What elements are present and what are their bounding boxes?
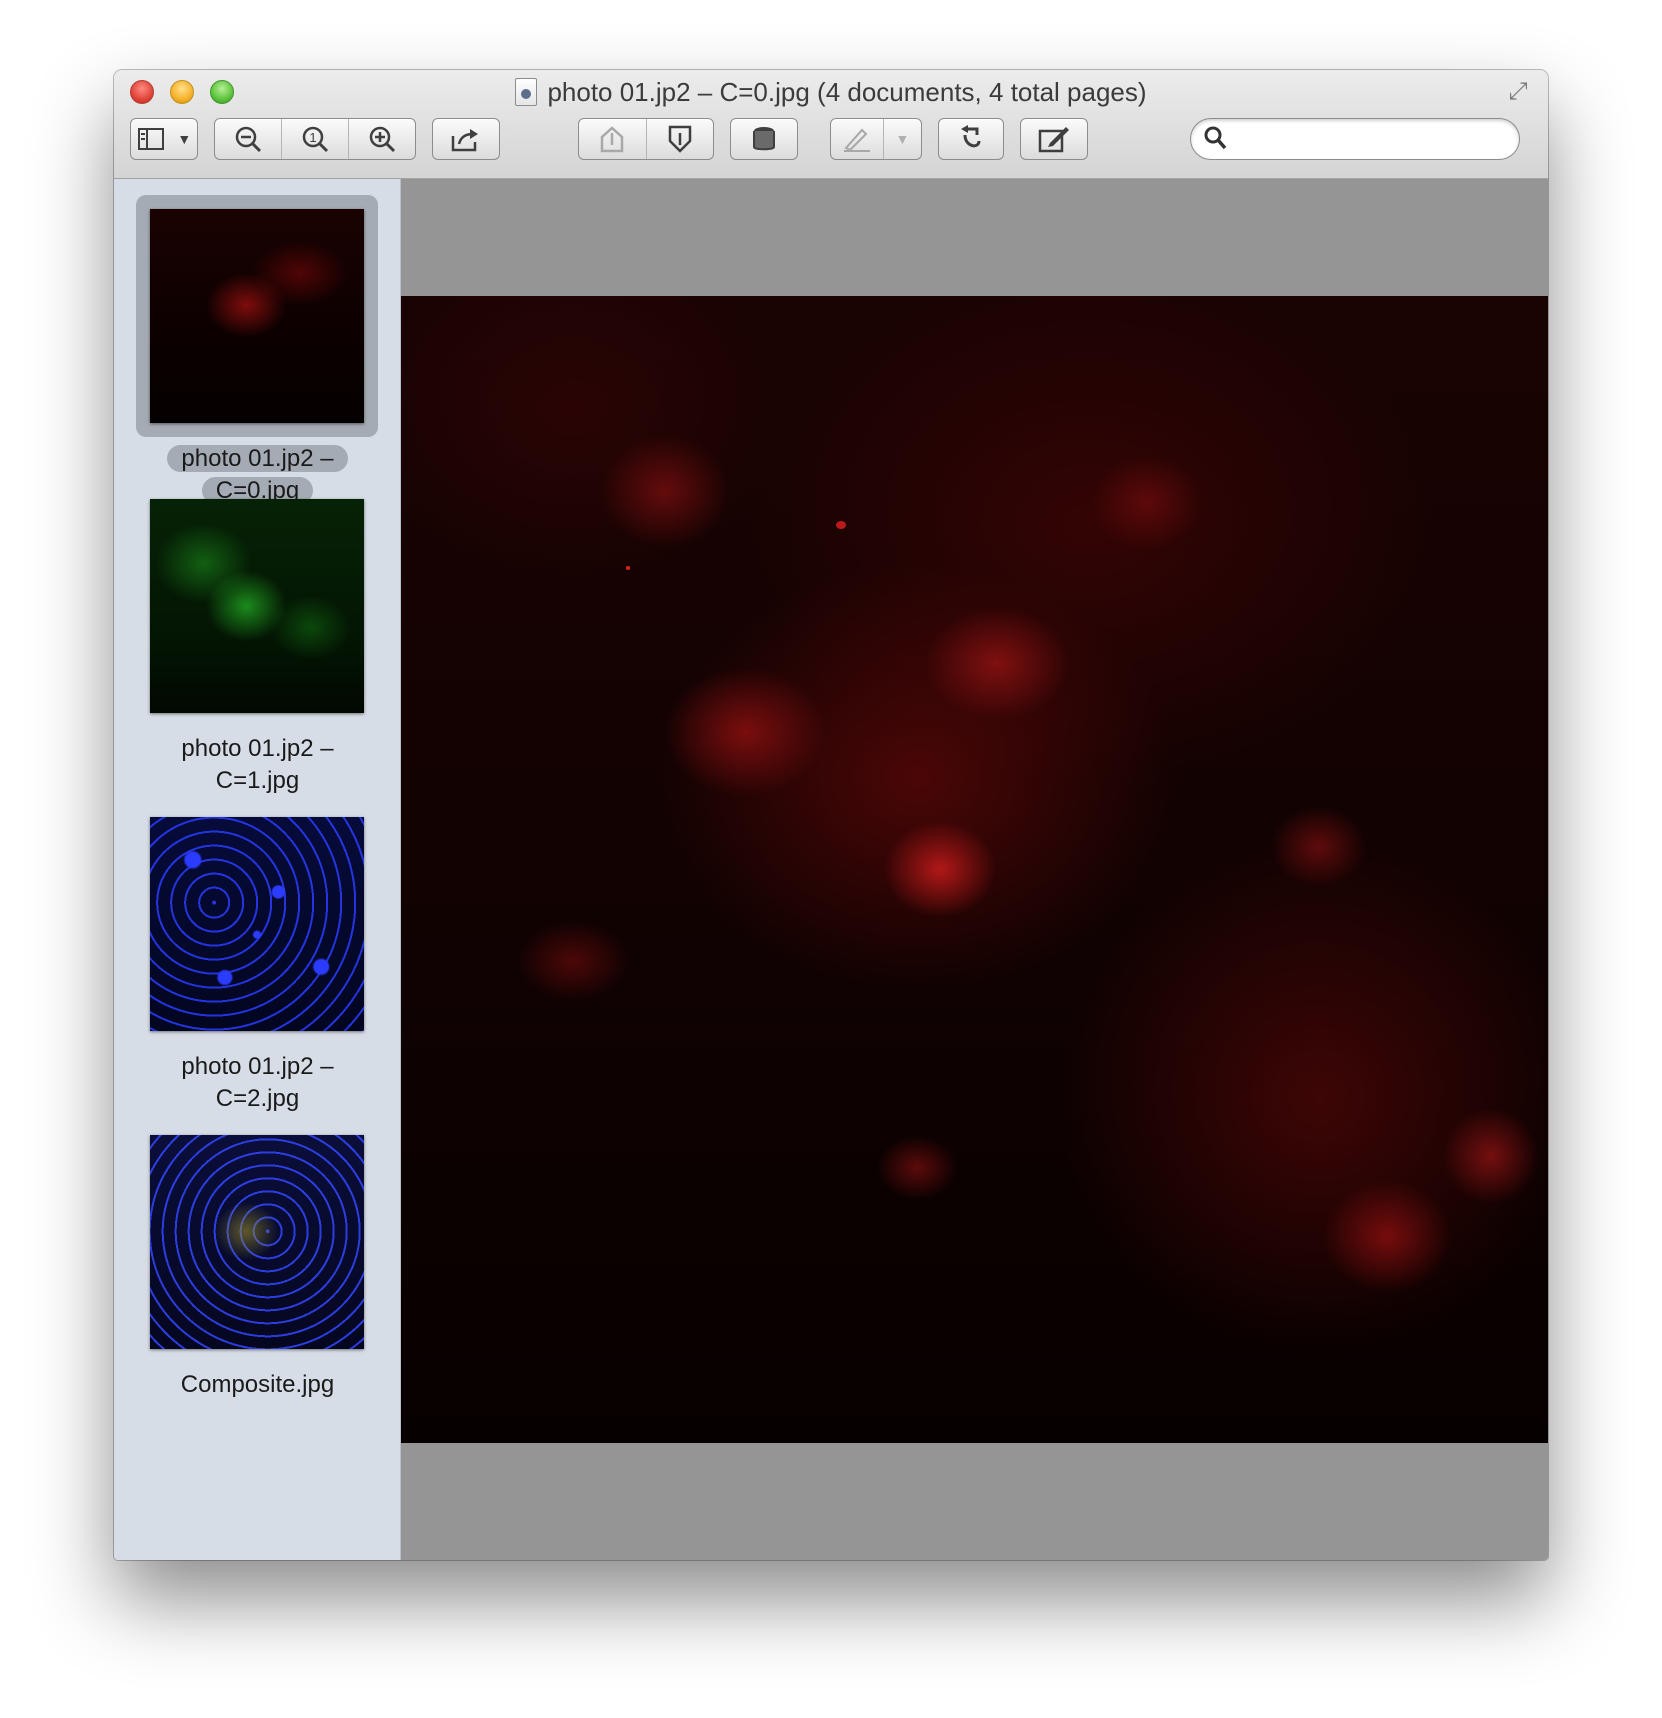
fluorescence-image (401, 296, 1548, 1443)
thumbnail-image-green[interactable] (150, 499, 364, 713)
search-field[interactable] (1190, 118, 1520, 160)
document-icon (515, 78, 538, 106)
previous-page-button[interactable] (579, 119, 646, 159)
zoom-in-icon (369, 126, 396, 153)
page-navigation[interactable] (578, 118, 714, 160)
thumbnail-label: photo 01.jp2 – C=0.jpg (114, 443, 401, 507)
pen-icon (831, 119, 883, 159)
window-title: photo 01.jp2 – C=0.jpg (4 documents, 4 t… (547, 76, 1147, 107)
thumbnail-sidebar[interactable]: photo 01.jp2 – C=0.jpg photo 01.jp2 – C=… (114, 179, 401, 1560)
chevron-down-icon: ▼ (177, 131, 192, 147)
next-page-button[interactable] (645, 119, 714, 159)
bright-speck (626, 566, 630, 570)
markup-menu-button[interactable]: ▼ (830, 118, 922, 160)
thumbnail-label: Composite.jpg (180, 1371, 335, 1398)
edit-icon (1038, 127, 1069, 153)
actual-size-icon: 1 (302, 126, 329, 153)
chevron-down-icon: ▼ (882, 119, 921, 159)
thumbnail-label: photo 01.jp2 – C=1.jpg (181, 735, 334, 794)
share-icon (451, 129, 478, 152)
zoom-out-button[interactable] (215, 119, 281, 159)
rotate-icon (961, 125, 981, 148)
thumbnail-image-red[interactable] (150, 209, 364, 423)
rotate-button[interactable] (938, 118, 1004, 160)
share-button[interactable] (432, 118, 500, 160)
fullscreen-icon[interactable]: ⤢ (1504, 78, 1532, 106)
highlight-icon (753, 127, 775, 151)
thumbnail-image-composite[interactable] (150, 1135, 364, 1349)
zoom-control[interactable]: 1 (214, 118, 416, 160)
previous-page-icon (601, 126, 624, 153)
search-icon (1203, 125, 1227, 158)
thumbnail-image-blue[interactable] (150, 817, 364, 1031)
sidebar-icon (131, 119, 172, 159)
next-page-icon (668, 125, 691, 153)
zoom-in-button[interactable] (348, 119, 415, 159)
thumbnail-label: photo 01.jp2 – C=2.jpg (181, 1053, 334, 1112)
preview-window: photo 01.jp2 – C=0.jpg (4 documents, 4 t… (114, 70, 1548, 1560)
title-bar: photo 01.jp2 – C=0.jpg (4 documents, 4 t… (114, 70, 1548, 179)
highlight-button[interactable] (730, 118, 798, 160)
bright-speck (836, 521, 846, 529)
zoom-out-icon (235, 126, 262, 153)
document-view[interactable] (401, 179, 1548, 1560)
svg-text:1: 1 (309, 130, 316, 145)
annotate-button[interactable] (1020, 118, 1088, 160)
red-channel-photo (401, 296, 1548, 1443)
search-input[interactable] (1235, 123, 1509, 155)
view-menu-button[interactable]: ▼ (130, 118, 198, 160)
window-title-area: photo 01.jp2 – C=0.jpg (4 documents, 4 t… (114, 76, 1548, 108)
actual-size-button[interactable]: 1 (281, 119, 348, 159)
